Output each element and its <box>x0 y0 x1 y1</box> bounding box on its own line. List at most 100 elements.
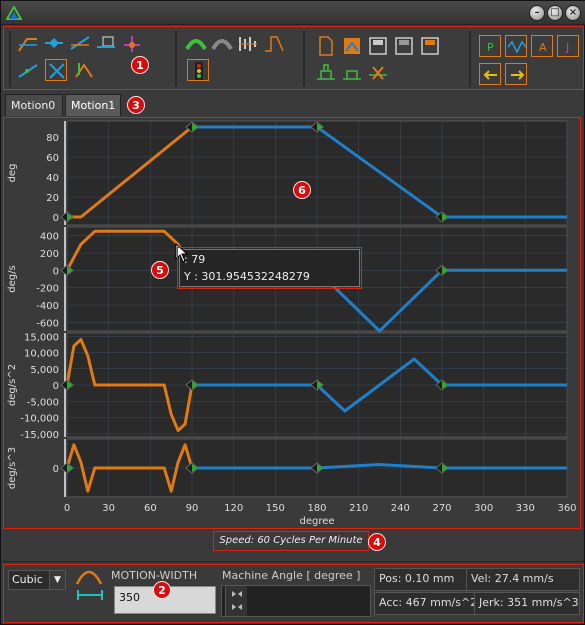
cam-segment-9-icon[interactable] <box>99 59 121 81</box>
arrow-left-icon[interactable] <box>479 63 501 85</box>
main-toolbar: P A J <box>3 27 584 91</box>
tab-motion1[interactable]: Motion1 <box>65 94 121 116</box>
save-as-icon[interactable] <box>393 35 415 57</box>
y-tick-label: 0 <box>53 381 59 392</box>
x-tick-label: 270 <box>432 503 451 514</box>
step-curve-icon[interactable] <box>263 33 285 55</box>
velocity-readout: Vel: 27.4 mm/s <box>466 568 580 591</box>
traffic-light-icon[interactable] <box>187 59 209 81</box>
position-readout: Pos: 0.10 mm <box>374 568 468 591</box>
y-tick-label: 5,000 <box>30 365 59 376</box>
svg-text:A: A <box>539 41 547 54</box>
open-file-icon[interactable] <box>341 35 363 57</box>
cam-segment-8-icon[interactable] <box>73 59 95 81</box>
title-bar: – □ × <box>1 1 585 25</box>
x-axis-label: degree <box>299 516 334 527</box>
y-tick-label: 15,000 <box>24 332 59 343</box>
annotation-badge-2: 2 <box>153 581 171 599</box>
x-tick-label: 90 <box>186 503 199 514</box>
y-tick-label: 0 <box>53 464 59 475</box>
y-tick-label: -10,000 <box>20 414 59 425</box>
x-tick-label: 30 <box>102 503 115 514</box>
annotation-badge-4: 4 <box>368 533 386 551</box>
x-tick-label: 60 <box>144 503 157 514</box>
cam-segment-icon[interactable] <box>17 33 39 55</box>
y-tick-label: -15,000 <box>20 430 59 441</box>
y-tick-label: -600 <box>36 318 59 329</box>
tab-motion0[interactable]: Motion0 <box>5 94 63 116</box>
y-axis-label: deg/s <box>7 265 18 292</box>
chevron-down-icon: ▼ <box>49 571 65 589</box>
x-tick-label: 300 <box>474 503 493 514</box>
machine-angle-spinner[interactable] <box>225 586 247 616</box>
y-tick-label: -200 <box>36 284 59 295</box>
gray-curve-icon[interactable] <box>211 33 233 55</box>
machine-angle-label: Machine Angle [ degree ] <box>222 569 361 582</box>
x-tick-label: 240 <box>391 503 410 514</box>
arrow-right-icon[interactable] <box>505 63 527 85</box>
cam-segment-7-icon[interactable] <box>45 59 67 81</box>
y-tick-label: 20 <box>46 193 59 204</box>
cam-segment-2-icon[interactable] <box>43 33 65 55</box>
cam-segment-5-icon[interactable] <box>121 33 143 55</box>
close-button[interactable]: × <box>565 5 581 21</box>
x-tick-label: 360 <box>557 503 576 514</box>
velocity-view-icon[interactable] <box>505 35 527 57</box>
y-tick-label: -5,000 <box>27 397 59 408</box>
data-tooltip: : 79 Y : 301.954532248279 <box>179 249 360 287</box>
annotation-badge-6: 6 <box>293 181 311 199</box>
annotation-badge-5: 5 <box>151 261 169 279</box>
export-icon[interactable] <box>419 35 441 57</box>
y-axis-label: deg/s^3 <box>7 447 18 489</box>
app-logo-icon <box>6 6 22 20</box>
motion-charts[interactable]: 806040200deg4002000-200-400-600deg/s15,0… <box>3 117 581 529</box>
svg-text:P: P <box>487 41 494 54</box>
x-tick-label: 210 <box>349 503 368 514</box>
save-icon[interactable] <box>367 35 389 57</box>
x-tick-label: 120 <box>224 503 243 514</box>
delete-icon[interactable] <box>367 61 389 83</box>
plot-area: 80 60 40 20 0 deg 400 200 0 -200 -400 -600 deg/s 15,0… <box>3 117 581 529</box>
y-tick-label: 0 <box>53 213 59 224</box>
annotation-badge-1: 1 <box>131 56 149 74</box>
svg-text:J: J <box>565 41 569 54</box>
maximize-button[interactable]: □ <box>547 5 563 21</box>
y-tick-label: 400 <box>40 232 59 243</box>
cam-segment-3-icon[interactable] <box>69 33 91 55</box>
y-tick-label: 10,000 <box>24 349 59 360</box>
curve-type-value: Cubic <box>12 573 43 586</box>
y-tick-label: 60 <box>46 153 59 164</box>
cam-segment-4-icon[interactable] <box>95 33 117 55</box>
x-tick-label: 330 <box>516 503 535 514</box>
app-window: – □ × P A J Motion0 Motion1 80 60 40 20 … <box>0 0 585 625</box>
position-view-icon[interactable]: P <box>479 35 501 57</box>
smooth-curve-icon[interactable] <box>185 33 207 55</box>
import-2-icon[interactable] <box>341 61 363 83</box>
curve-type-select[interactable]: Cubic ▼ <box>8 570 66 590</box>
motion-width-icon <box>75 570 103 600</box>
motion-width-label: MOTION-WIDTH <box>111 569 198 582</box>
y-tick-label: 200 <box>40 249 59 260</box>
new-file-icon[interactable] <box>315 35 337 57</box>
y-tick-label: 80 <box>46 133 59 144</box>
speed-status: Speed: 60 Cycles Per Minute <box>219 535 363 546</box>
bottom-panel: Cubic ▼ MOTION-WIDTH 350 Machine Angle [… <box>3 561 584 623</box>
accel-view-icon[interactable]: A <box>531 35 553 57</box>
cam-segment-6-icon[interactable] <box>17 59 39 81</box>
x-tick-label: 150 <box>266 503 285 514</box>
y-tick-label: 40 <box>46 173 59 184</box>
mouse-cursor-icon <box>175 243 189 263</box>
x-tick-label: 180 <box>307 503 326 514</box>
minimize-button[interactable]: – <box>529 5 545 21</box>
y-axis-label: deg/s^2 <box>7 364 18 406</box>
jerk-view-icon[interactable]: J <box>557 35 579 57</box>
spinner-arrows-icon <box>232 591 242 610</box>
annotation-badge-3: 3 <box>127 96 145 114</box>
tooltip-y: Y : 301.954532248279 <box>184 270 310 283</box>
x-tick-label: 0 <box>64 503 70 514</box>
y-tick-label: -400 <box>36 301 59 312</box>
machine-angle-list[interactable]: 14 1 <box>221 585 371 617</box>
waveform-icon[interactable] <box>237 33 259 55</box>
y-tick-label: 0 <box>53 266 59 277</box>
import-icon[interactable] <box>315 61 337 83</box>
